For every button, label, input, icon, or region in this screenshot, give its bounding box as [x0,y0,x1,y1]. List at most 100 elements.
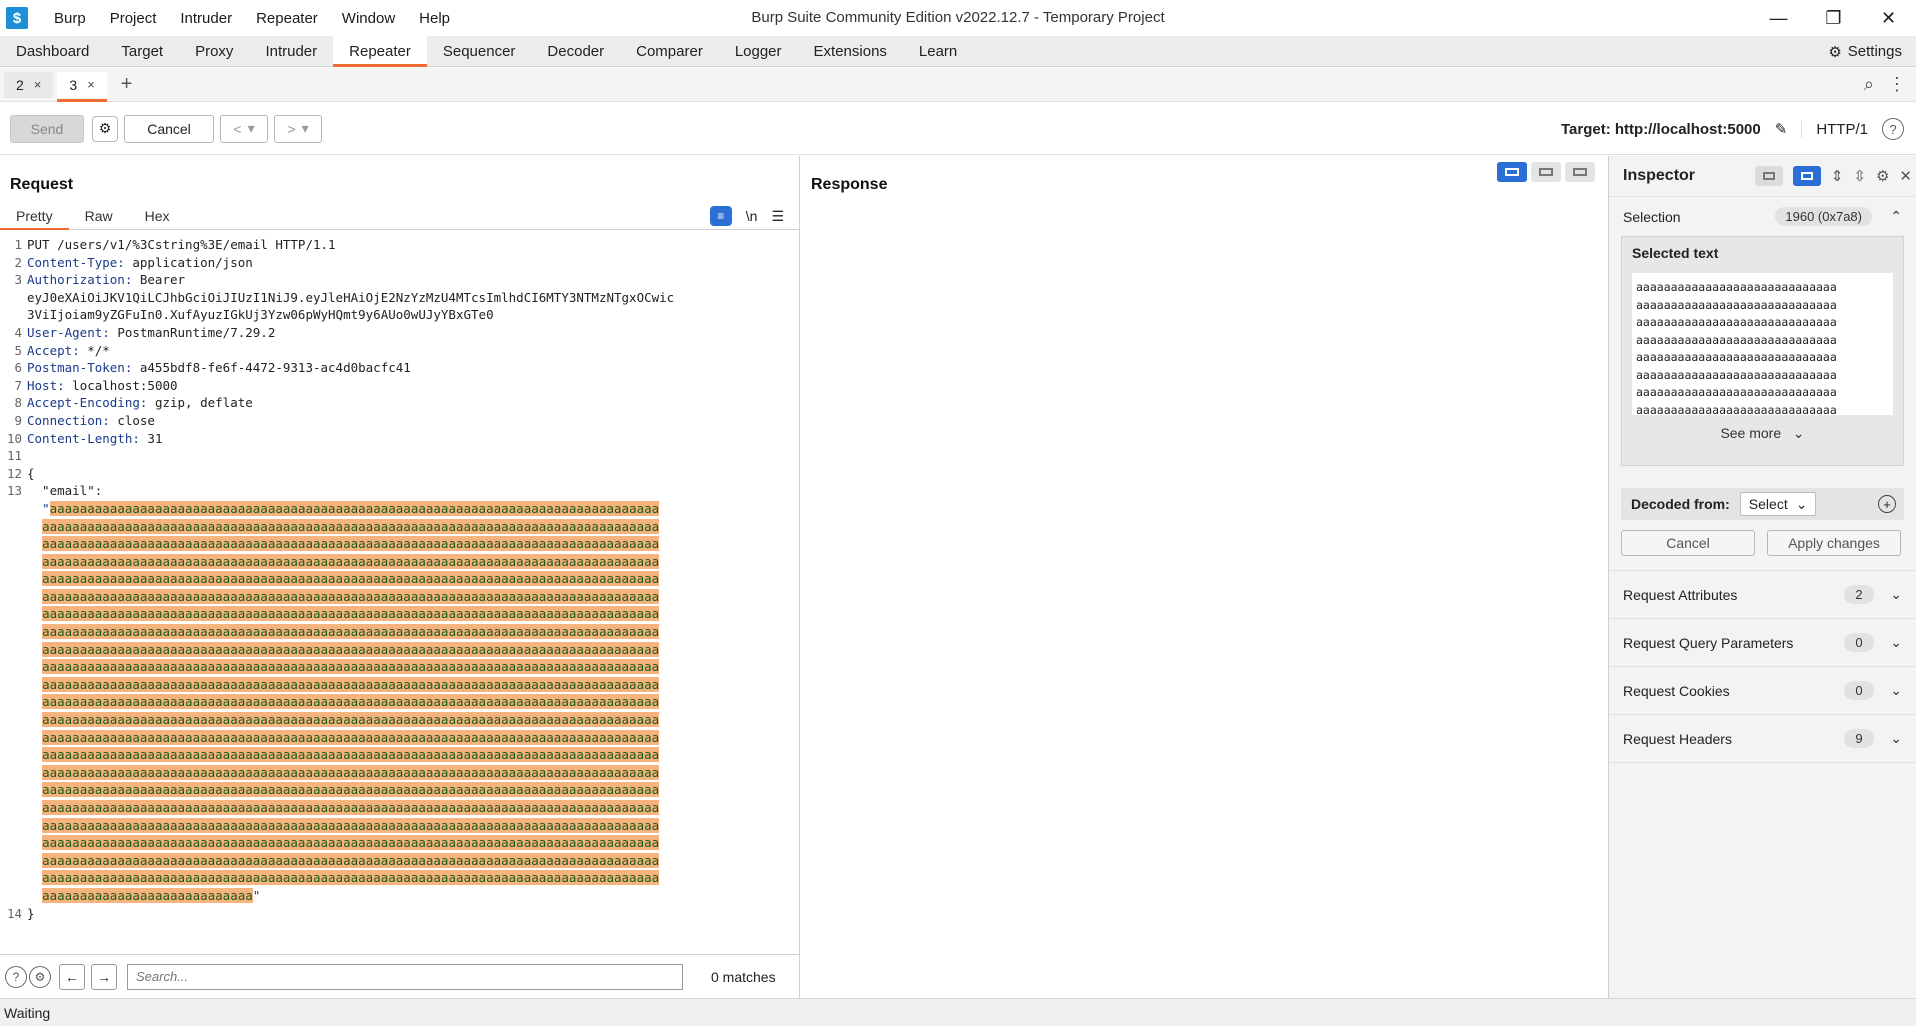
request-editor[interactable]: 123 4 5 6 7 8 9 10 11 12 13 14 PUT /users/v1/%3Cs… [0,236,800,948]
menu-intruder[interactable]: Intruder [168,10,244,27]
chevron-down-icon: ▾ [247,120,255,136]
tab-logger[interactable]: Logger [719,36,798,66]
inspector-tools: ⇕ ⇳ ⚙ ✕ [1754,166,1912,186]
menu-project[interactable]: Project [98,10,169,27]
apply-changes-button[interactable]: Apply changes [1767,530,1901,556]
close-window-icon[interactable]: ✕ [1861,0,1916,36]
section-request-cookies[interactable]: Request Cookies 0 ⌄ [1609,667,1916,715]
forward-button[interactable]: > ▾ [274,114,322,143]
chevron-down-icon: ⌄ [1890,730,1902,746]
settings-label: Settings [1847,43,1902,60]
tab-dashboard[interactable]: Dashboard [0,36,105,66]
request-code: PUT /users/v1/%3Cstring%3E/email HTTP/1.… [27,236,787,922]
minimize-icon[interactable]: — [1751,0,1806,36]
send-button[interactable]: Send [10,114,84,143]
line-numbers: 123 4 5 6 7 8 9 10 11 12 13 14 [0,236,22,922]
cancel-button[interactable]: Cancel [124,114,214,143]
top-bottom-layout-icon[interactable] [1531,162,1561,182]
add-decoding-icon[interactable]: + [1878,495,1896,513]
selected-value: aaaaaaaaaaaaaaaaaaaaaaaaaaaaaaaaaaaaaaaa… [42,641,660,657]
expand-all-icon[interactable]: ⇕ [1831,167,1844,185]
menu-bar: Burp Project Intruder Repeater Window He… [42,10,462,27]
tab-raw[interactable]: Raw [69,202,129,229]
selected-value: aaaaaaaaaaaaaaaaaaaaaaaaaaaaaaaaaaaaaaaa… [42,571,660,587]
selected-value: aaaaaaaaaaaaaaaaaaaaaaaaaaaaaaaaaaaaaaaa… [42,676,660,692]
email-value-line: aaaaaaaaaaaaaaaaaaaaaaaaaaaaaaaaaaaaaaaa… [27,799,787,817]
side-by-side-layout-icon[interactable] [1497,162,1527,182]
section-request-query-parameters[interactable]: Request Query Parameters 0 ⌄ [1609,619,1916,667]
inspector-cancel-button[interactable]: Cancel [1621,530,1755,556]
menu-help[interactable]: Help [407,10,462,27]
chevron-down-icon: ⌄ [1890,586,1902,602]
close-tab-icon[interactable]: × [87,77,95,92]
line-number: 3 [14,272,22,288]
tab-proxy[interactable]: Proxy [179,36,249,66]
edit-pencil-icon[interactable]: ✎ [1775,120,1788,138]
gear-icon[interactable]: ⚙ [29,965,51,988]
inspector-title: Inspector [1623,167,1696,184]
line-number [0,306,22,324]
inspector-panel-layout-icon[interactable] [1792,166,1821,186]
add-tab-icon[interactable]: + [121,73,133,96]
inspector-list-layout-icon[interactable] [1754,166,1783,186]
tabbed-layout-icon[interactable] [1565,162,1595,182]
header-name: Content-Type: [27,254,125,270]
newline-toggle[interactable]: \n [746,208,758,224]
word-wrap-icon[interactable]: ≡ [709,206,732,226]
header-name: User-Agent: [27,324,110,340]
selected-value: aaaaaaaaaaaaaaaaaaaaaaaaaaaaaaaaaaaaaaaa… [42,782,660,798]
more-options-icon[interactable]: ⋮ [1888,74,1906,95]
settings-button[interactable]: ⚙ Settings [1828,36,1902,67]
tab-sequencer[interactable]: Sequencer [427,36,532,66]
repeater-tab-2[interactable]: 2 × [4,71,54,98]
code-line: eyJ0eXAiOiJKV1QiLCJhbGciOiJIUzI1NiJ9.eyJ… [27,289,675,305]
hamburger-menu-icon[interactable]: ☰ [771,208,784,225]
selected-text-value[interactable]: aaaaaaaaaaaaaaaaaaaaaaaaaaaaa aaaaaaaaaa… [1632,273,1893,415]
collapse-all-icon[interactable]: ⇳ [1853,167,1866,185]
tab-intruder[interactable]: Intruder [249,36,333,66]
selected-value: aaaaaaaaaaaaaaaaaaaaaaaaaaaaaaaaaaaaaaaa… [42,835,660,851]
tab-extensions[interactable]: Extensions [798,36,903,66]
http-version-toggle[interactable]: HTTP/1 [1801,120,1868,138]
decoded-from-select[interactable]: Select ⌄ [1739,492,1817,516]
line-number: 6 [14,360,22,376]
line-number: 13 [6,483,22,499]
close-icon[interactable]: ✕ [1899,167,1912,185]
close-tab-icon[interactable]: × [34,77,42,92]
back-button[interactable]: < ▾ [220,114,268,143]
section-request-attributes[interactable]: Request Attributes 2 ⌄ [1609,571,1916,619]
see-more-button[interactable]: See more ⌄ [1622,425,1903,442]
menu-window[interactable]: Window [330,10,407,27]
next-match-icon[interactable]: → [91,963,117,990]
previous-match-icon[interactable]: ← [59,963,85,990]
menu-repeater[interactable]: Repeater [244,10,330,27]
editor-tools: ≡ \n ☰ [709,206,784,226]
tab-learn[interactable]: Learn [903,36,973,66]
search-input[interactable] [127,963,683,990]
tab-repeater[interactable]: Repeater [333,36,427,67]
section-label: Request Headers [1623,730,1732,747]
selected-text-title: Selected text [1632,245,1719,261]
section-request-headers[interactable]: Request Headers 9 ⌄ [1609,715,1916,763]
help-icon[interactable]: ? [5,965,27,988]
selection-row[interactable]: Selection 1960 (0x7a8) ⌃ [1609,196,1916,236]
tab-decoder[interactable]: Decoder [531,36,620,66]
send-options-gear-icon[interactable]: ⚙ [92,115,118,142]
inspector-settings-gear-icon[interactable]: ⚙ [1876,167,1889,185]
request-title: Request [10,176,74,193]
repeater-tab-bar: 2 × 3 × + ⌕ ⋮ [0,68,1916,102]
email-value-line: aaaaaaaaaaaaaaaaaaaaaaaaaaaaaaaaaaaaaaaa… [27,623,787,641]
selected-value: aaaaaaaaaaaaaaaaaaaaaaaaaaaaaaaaaaaaaaaa… [42,659,660,675]
tab-pretty[interactable]: Pretty [0,202,69,230]
tab-comparer[interactable]: Comparer [620,36,719,66]
restore-icon[interactable]: ❐ [1806,0,1861,36]
search-icon[interactable]: ⌕ [1864,74,1874,95]
help-icon[interactable]: ? [1882,118,1904,140]
main-tab-bar: Dashboard Target Proxy Intruder Repeater… [0,36,1916,67]
repeater-tab-3[interactable]: 3 × [57,71,108,102]
tab-target[interactable]: Target [105,36,179,66]
tab-hex[interactable]: Hex [129,202,186,229]
selected-value: aaaaaaaaaaaaaaaaaaaaaaaaaaaaaaaaaaaaaaaa… [42,729,660,745]
line-number [0,729,22,747]
menu-burp[interactable]: Burp [42,10,98,27]
